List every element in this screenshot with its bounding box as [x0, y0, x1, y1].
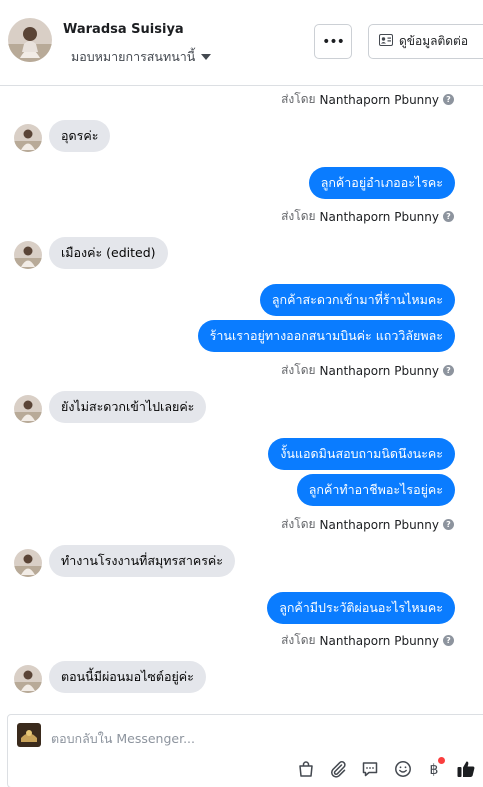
- shop-bag-icon[interactable]: [296, 759, 316, 779]
- contact-avatar-small[interactable]: [14, 395, 42, 423]
- outgoing-message[interactable]: งั้นแอดมินสอบถามนิดนึงนะคะ: [268, 438, 455, 470]
- outgoing-message[interactable]: ลูกค้ามีประวัติผ่อนอะไรไหมคะ: [267, 592, 455, 624]
- contact-avatar-small[interactable]: [14, 549, 42, 577]
- more-options-button[interactable]: •••: [314, 24, 352, 59]
- contact-card-icon: [379, 34, 393, 49]
- sent-by-label: ส่งโดย Nanthaporn Pbunny ?: [281, 207, 454, 226]
- contact-name[interactable]: Waradsa Suisiya: [63, 22, 184, 37]
- sent-by-label: ส่งโดย Nanthaporn Pbunny ?: [281, 361, 454, 380]
- outgoing-message[interactable]: ร้านเราอยู่ทางออกสนามบินค่ะ แถววิลัยพละ: [197, 320, 455, 352]
- outgoing-message[interactable]: ลูกค้าทำอาชีพอะไรอยู่คะ: [296, 474, 455, 506]
- assign-conversation-dropdown[interactable]: มอบหมายการสนทนานี้: [71, 47, 212, 67]
- incoming-message[interactable]: เมืองค่ะ (edited): [49, 237, 168, 269]
- emoji-icon[interactable]: [393, 759, 413, 779]
- incoming-message[interactable]: ยังไม่สะดวกเข้าไปเลยค่ะ: [49, 391, 207, 423]
- caret-down-icon: [201, 54, 212, 60]
- contact-avatar[interactable]: [8, 18, 52, 62]
- info-question-icon[interactable]: ?: [443, 94, 454, 105]
- incoming-message[interactable]: ทำงานโรงงานที่สมุทรสาครค่ะ: [49, 545, 235, 577]
- contact-avatar-small[interactable]: [14, 124, 42, 152]
- outgoing-message[interactable]: ลูกค้าสะดวกเข้ามาที่ร้านไหมคะ: [259, 284, 455, 316]
- svg-text:฿: ฿: [430, 762, 439, 778]
- message-thread[interactable]: ส่งโดย Nanthaporn Pbunny ? อุดรค่ะ ลูกค้…: [0, 86, 483, 712]
- reply-input[interactable]: ตอบกลับใน Messenger...: [51, 729, 195, 749]
- view-contact-info-button[interactable]: ดูข้อมูลติดต่อ: [368, 24, 483, 59]
- contact-avatar-small[interactable]: [14, 665, 42, 693]
- notification-dot: [438, 757, 445, 764]
- payment-baht-icon[interactable]: ฿: [424, 757, 445, 779]
- attachment-icon[interactable]: [328, 759, 348, 779]
- saved-reply-icon[interactable]: [360, 759, 380, 779]
- contact-avatar-small[interactable]: [14, 241, 42, 269]
- info-question-icon[interactable]: ?: [443, 365, 454, 376]
- conversation-header: Waradsa Suisiya มอบหมายการสนทนานี้ ••• ด…: [0, 0, 483, 86]
- incoming-message[interactable]: ตอนนี้มีผ่อนมอไซต์อยู่ค่ะ: [49, 661, 206, 693]
- info-question-icon[interactable]: ?: [443, 519, 454, 530]
- sent-by-label: ส่งโดย Nanthaporn Pbunny ?: [281, 631, 454, 650]
- reply-composer[interactable]: ตอบกลับใน Messenger... ฿: [7, 714, 483, 787]
- thumbs-up-icon[interactable]: [456, 759, 476, 779]
- assign-label: มอบหมายการสนทนานี้: [71, 49, 196, 64]
- sent-by-label: ส่งโดย Nanthaporn Pbunny ?: [281, 515, 454, 534]
- outgoing-message[interactable]: ลูกค้าอยู่อำเภออะไรคะ: [308, 167, 455, 199]
- info-question-icon[interactable]: ?: [443, 635, 454, 646]
- view-contact-info-label: ดูข้อมูลติดต่อ: [399, 34, 469, 48]
- incoming-message[interactable]: อุดรค่ะ: [49, 120, 111, 152]
- page-avatar: [17, 723, 41, 747]
- info-question-icon[interactable]: ?: [443, 211, 454, 222]
- sent-by-label: ส่งโดย Nanthaporn Pbunny ?: [281, 90, 454, 109]
- more-icon: •••: [322, 33, 345, 50]
